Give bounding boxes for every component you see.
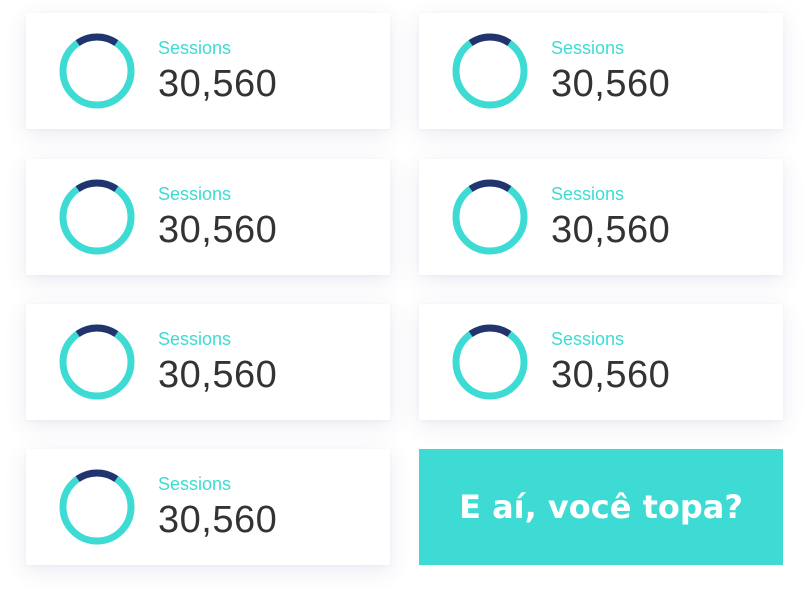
stat-value: 30,560 xyxy=(551,63,671,105)
stat-value: 30,560 xyxy=(158,63,278,105)
cta-button[interactable]: E aí, você topa? xyxy=(419,449,783,565)
stat-label: Sessions xyxy=(551,184,625,204)
stat-card: Sessions 30,560 xyxy=(419,304,783,420)
stat-value: 30,560 xyxy=(158,209,278,251)
stat-card: Sessions 30,560 xyxy=(419,159,783,275)
stat-card: Sessions 30,560 xyxy=(26,159,390,275)
stat-label: Sessions xyxy=(158,184,232,204)
stat-value: 30,560 xyxy=(158,499,278,541)
donut-ring-icon xyxy=(59,33,135,109)
stat-label: Sessions xyxy=(158,474,232,494)
stat-value: 30,560 xyxy=(551,209,671,251)
stat-label: Sessions xyxy=(551,38,625,58)
stat-value: 30,560 xyxy=(551,354,671,396)
stat-value: 30,560 xyxy=(158,354,278,396)
stat-label: Sessions xyxy=(158,38,232,58)
donut-ring-icon xyxy=(59,179,135,255)
stat-label: Sessions xyxy=(551,329,625,349)
stat-card: Sessions 30,560 xyxy=(26,449,390,565)
stat-card: Sessions 30,560 xyxy=(26,13,390,129)
donut-ring-icon xyxy=(452,33,528,109)
donut-ring-icon xyxy=(452,179,528,255)
donut-ring-icon xyxy=(452,324,528,400)
donut-ring-icon xyxy=(59,469,135,545)
stat-card: Sessions 30,560 xyxy=(419,13,783,129)
stat-label: Sessions xyxy=(158,329,232,349)
donut-ring-icon xyxy=(59,324,135,400)
stat-card: Sessions 30,560 xyxy=(26,304,390,420)
